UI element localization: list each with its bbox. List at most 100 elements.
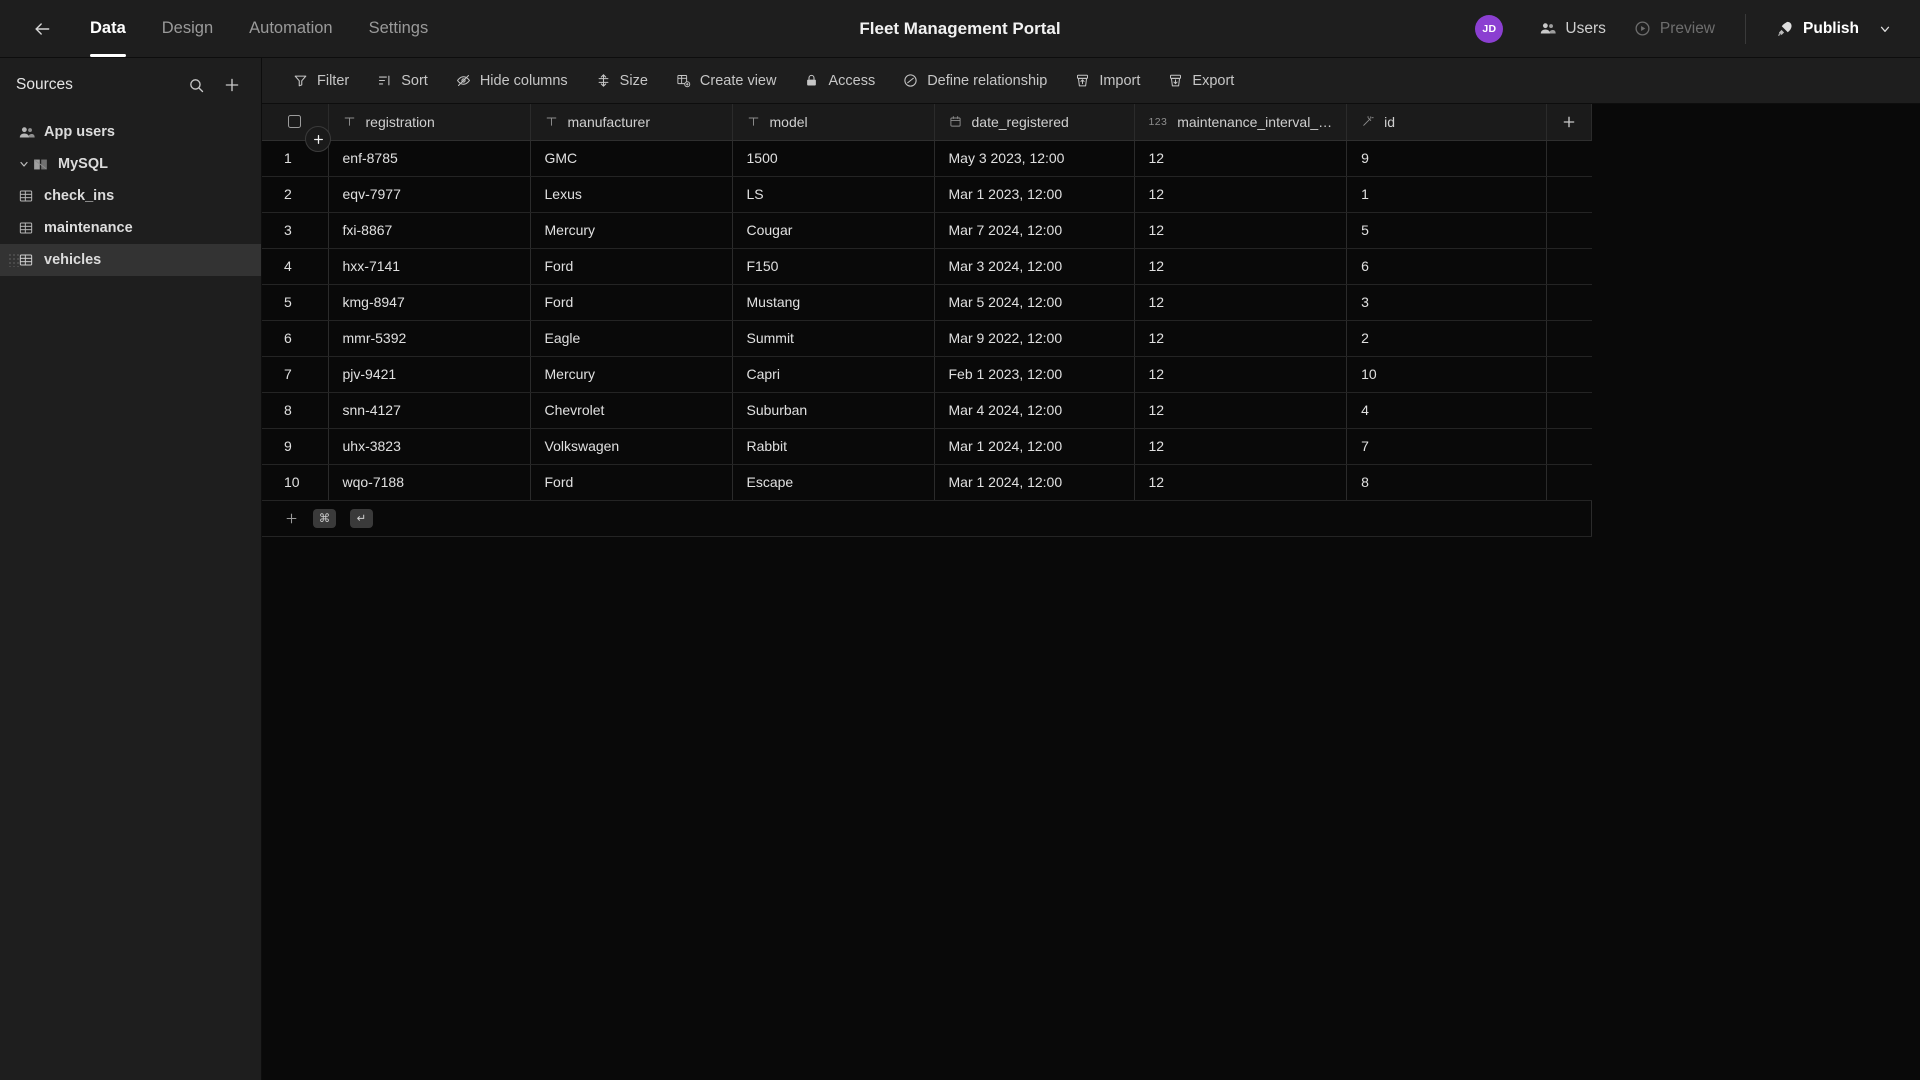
access-button[interactable]: Access — [791, 67, 888, 95]
cell-model[interactable]: Capri — [732, 356, 935, 393]
cell-date-registered[interactable]: Mar 9 2022, 12:00 — [934, 320, 1135, 357]
cell-id[interactable]: 1 — [1346, 176, 1548, 213]
add-row-button[interactable] — [284, 511, 299, 526]
cell-model[interactable]: Suburban — [732, 392, 935, 429]
tab-design[interactable]: Design — [144, 0, 231, 57]
cell-model[interactable]: Summit — [732, 320, 935, 357]
back-button[interactable] — [22, 9, 62, 49]
sort-button[interactable]: Sort — [364, 67, 441, 95]
table-row[interactable]: 6 mmr-5392 Eagle Summit Mar 9 2022, 12:00 12 2 — [262, 320, 1592, 357]
column-header-date-registered[interactable]: date_registered — [934, 104, 1135, 141]
cell-date-registered[interactable]: Mar 5 2024, 12:00 — [934, 284, 1135, 321]
chevron-down-icon[interactable] — [16, 158, 32, 170]
column-header-manufacturer[interactable]: manufacturer — [530, 104, 733, 141]
publish-button[interactable]: Publish — [1762, 0, 1898, 57]
cell-maintenance-interval[interactable]: 12 — [1134, 392, 1348, 429]
cell-manufacturer[interactable]: Lexus — [530, 176, 733, 213]
cell-id[interactable]: 6 — [1346, 248, 1548, 285]
cell-id[interactable]: 7 — [1346, 428, 1548, 465]
select-all-checkbox[interactable] — [288, 115, 302, 129]
cell-maintenance-interval[interactable]: 12 — [1134, 356, 1348, 393]
cell-maintenance-interval[interactable]: 12 — [1134, 284, 1348, 321]
cell-manufacturer[interactable]: Chevrolet — [530, 392, 733, 429]
import-button[interactable]: Import — [1062, 67, 1153, 95]
cell-id[interactable]: 9 — [1346, 140, 1548, 177]
cell-id[interactable]: 5 — [1346, 212, 1548, 249]
cell-id[interactable]: 8 — [1346, 464, 1548, 501]
cell-model[interactable]: F150 — [732, 248, 935, 285]
cell-manufacturer[interactable]: Volkswagen — [530, 428, 733, 465]
add-column-header[interactable] — [1546, 104, 1593, 141]
table-row[interactable]: 4 hxx-7141 Ford F150 Mar 3 2024, 12:00 12 6 — [262, 248, 1592, 285]
cell-registration[interactable]: pjv-9421 — [328, 356, 531, 393]
cell-date-registered[interactable]: Mar 1 2024, 12:00 — [934, 464, 1135, 501]
cell-registration[interactable]: uhx-3823 — [328, 428, 531, 465]
cell-date-registered[interactable]: May 3 2023, 12:00 — [934, 140, 1135, 177]
sidebar-item-mysql[interactable]: MySQL — [0, 148, 261, 180]
cell-maintenance-interval[interactable]: 12 — [1134, 248, 1348, 285]
users-button[interactable]: Users — [1525, 0, 1619, 57]
table-row[interactable]: 10 wqo-7188 Ford Escape Mar 1 2024, 12:00 12 8 — [262, 464, 1592, 501]
cell-manufacturer[interactable]: Mercury — [530, 212, 733, 249]
cell-model[interactable]: LS — [732, 176, 935, 213]
cell-date-registered[interactable]: Mar 1 2023, 12:00 — [934, 176, 1135, 213]
add-row-cell[interactable]: ⌘ ↵ — [262, 500, 1593, 537]
cell-manufacturer[interactable]: Ford — [530, 464, 733, 501]
cell-registration[interactable]: snn-4127 — [328, 392, 531, 429]
table-row[interactable]: 3 fxi-8867 Mercury Cougar Mar 7 2024, 12:00 1… — [262, 212, 1592, 249]
cell-date-registered[interactable]: Mar 7 2024, 12:00 — [934, 212, 1135, 249]
cell-maintenance-interval[interactable]: 12 — [1134, 176, 1348, 213]
table-row[interactable]: 2 eqv-7977 Lexus LS Mar 1 2023, 12:00 12 1 — [262, 176, 1592, 213]
table-row[interactable]: 7 pjv-9421 Mercury Capri Feb 1 2023, 12:00 12… — [262, 356, 1592, 393]
avatar[interactable]: JD — [1475, 14, 1504, 43]
cell-id[interactable]: 2 — [1346, 320, 1548, 357]
column-header-model[interactable]: model — [732, 104, 935, 141]
cell-model[interactable]: Mustang — [732, 284, 935, 321]
filter-button[interactable]: Filter — [280, 67, 362, 95]
cell-model[interactable]: 1500 — [732, 140, 935, 177]
hide-columns-button[interactable]: Hide columns — [443, 67, 581, 95]
column-header-maintenance-interval[interactable]: 123 maintenance_interval_… — [1134, 104, 1348, 141]
cell-model[interactable]: Cougar — [732, 212, 935, 249]
cell-registration[interactable]: fxi-8867 — [328, 212, 531, 249]
create-view-button[interactable]: Create view — [663, 67, 790, 95]
preview-button[interactable]: Preview — [1620, 0, 1729, 57]
cell-maintenance-interval[interactable]: 12 — [1134, 320, 1348, 357]
insert-row-above-button[interactable] — [305, 126, 331, 152]
cell-manufacturer[interactable]: Mercury — [530, 356, 733, 393]
tab-automation[interactable]: Automation — [231, 0, 350, 57]
table-row[interactable]: 1 enf-8785 GMC 1500 May 3 2023, 12:00 12 9 — [262, 140, 1592, 177]
sidebar-item-app-users[interactable]: App users — [0, 116, 261, 148]
cell-registration[interactable]: eqv-7977 — [328, 176, 531, 213]
column-header-id[interactable]: id — [1346, 104, 1548, 141]
cell-model[interactable]: Escape — [732, 464, 935, 501]
plus-icon[interactable] — [1561, 104, 1577, 139]
sidebar-item-vehicles[interactable]: vehicles — [0, 244, 261, 276]
sidebar-add-source-button[interactable] — [217, 70, 247, 100]
cell-registration[interactable]: kmg-8947 — [328, 284, 531, 321]
chevron-down-icon[interactable] — [1878, 22, 1892, 36]
cell-maintenance-interval[interactable]: 12 — [1134, 212, 1348, 249]
cell-registration[interactable]: wqo-7188 — [328, 464, 531, 501]
table-row[interactable]: 9 uhx-3823 Volkswagen Rabbit Mar 1 2024, 12:… — [262, 428, 1592, 465]
cell-registration[interactable]: mmr-5392 — [328, 320, 531, 357]
cell-date-registered[interactable]: Feb 1 2023, 12:00 — [934, 356, 1135, 393]
cell-maintenance-interval[interactable]: 12 — [1134, 464, 1348, 501]
add-row[interactable]: ⌘ ↵ — [262, 500, 1593, 537]
sidebar-search-button[interactable] — [181, 70, 211, 100]
tab-settings[interactable]: Settings — [351, 0, 447, 57]
cell-model[interactable]: Rabbit — [732, 428, 935, 465]
cell-manufacturer[interactable]: Eagle — [530, 320, 733, 357]
cell-date-registered[interactable]: Mar 4 2024, 12:00 — [934, 392, 1135, 429]
cell-registration[interactable]: hxx-7141 — [328, 248, 531, 285]
tab-data[interactable]: Data — [72, 0, 144, 57]
cell-id[interactable]: 4 — [1346, 392, 1548, 429]
cell-id[interactable]: 10 — [1346, 356, 1548, 393]
cell-registration[interactable]: enf-8785 — [328, 140, 531, 177]
table-row[interactable]: 8 snn-4127 Chevrolet Suburban Mar 4 2024, 12… — [262, 392, 1592, 429]
export-button[interactable]: Export — [1155, 67, 1247, 95]
cell-date-registered[interactable]: Mar 3 2024, 12:00 — [934, 248, 1135, 285]
cell-manufacturer[interactable]: Ford — [530, 284, 733, 321]
cell-manufacturer[interactable]: GMC — [530, 140, 733, 177]
size-button[interactable]: Size — [583, 67, 661, 95]
